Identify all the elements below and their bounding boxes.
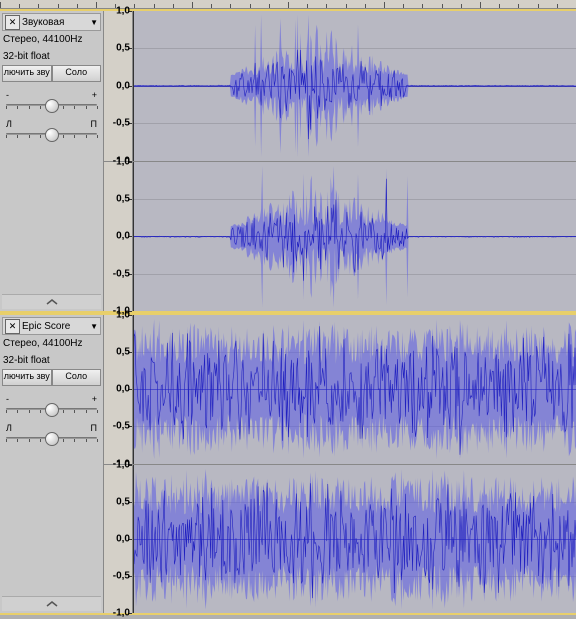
track-header[interactable]: ✕ Epic Score ▼ <box>2 317 101 335</box>
track-title: Звуковая <box>22 17 88 28</box>
collapse-track-button[interactable] <box>2 294 101 309</box>
chevron-down-icon[interactable]: ▼ <box>90 322 98 331</box>
amplitude-ruler: 1,00,50,0-0,5-1,0 <box>104 315 133 464</box>
audio-track: ✕ Звуковая ▼ Стерео, 44100Hz 32-bit floa… <box>0 9 576 313</box>
slider-thumb[interactable] <box>45 403 59 417</box>
pan-slider[interactable]: ЛП <box>6 423 97 442</box>
solo-button[interactable]: Соло <box>52 65 102 82</box>
track-bitdepth: 32-bit float <box>2 48 101 65</box>
waveform-channel[interactable] <box>133 11 576 161</box>
amplitude-ruler: 1,00,50,0-0,5-1,0 <box>104 465 133 614</box>
track-format: Стерео, 44100Hz <box>2 335 101 352</box>
track-control-panel: ✕ Звуковая ▼ Стерео, 44100Hz 32-bit floa… <box>0 11 104 311</box>
slider-thumb[interactable] <box>45 128 59 142</box>
timeline-ruler[interactable] <box>0 0 576 9</box>
track-title: Epic Score <box>22 321 88 332</box>
track-control-panel: ✕ Epic Score ▼ Стерео, 44100Hz 32-bit fl… <box>0 315 104 613</box>
pan-slider[interactable]: ЛП <box>6 119 97 138</box>
amplitude-ruler: 1,00,50,0-0,5-1,0 <box>104 162 133 312</box>
waveform-channel[interactable] <box>133 465 576 614</box>
gain-slider[interactable]: -+ <box>6 394 97 413</box>
slider-thumb[interactable] <box>45 432 59 446</box>
track-header[interactable]: ✕ Звуковая ▼ <box>2 13 101 31</box>
waveform-channel[interactable] <box>133 315 576 464</box>
amplitude-ruler: 1,00,50,0-0,5-1,0 <box>104 11 133 161</box>
gain-slider[interactable]: -+ <box>6 90 97 109</box>
track-format: Стерео, 44100Hz <box>2 31 101 48</box>
audio-track: ✕ Epic Score ▼ Стерео, 44100Hz 32-bit fl… <box>0 313 576 615</box>
mute-button[interactable]: лючить зву <box>2 369 52 386</box>
slider-thumb[interactable] <box>45 99 59 113</box>
track-bitdepth: 32-bit float <box>2 352 101 369</box>
collapse-track-button[interactable] <box>2 596 101 611</box>
solo-button[interactable]: Соло <box>52 369 102 386</box>
mute-button[interactable]: лючить зву <box>2 65 52 82</box>
chevron-down-icon[interactable]: ▼ <box>90 18 98 27</box>
close-icon[interactable]: ✕ <box>5 15 20 30</box>
close-icon[interactable]: ✕ <box>5 319 20 334</box>
waveform-channel[interactable] <box>133 162 576 312</box>
